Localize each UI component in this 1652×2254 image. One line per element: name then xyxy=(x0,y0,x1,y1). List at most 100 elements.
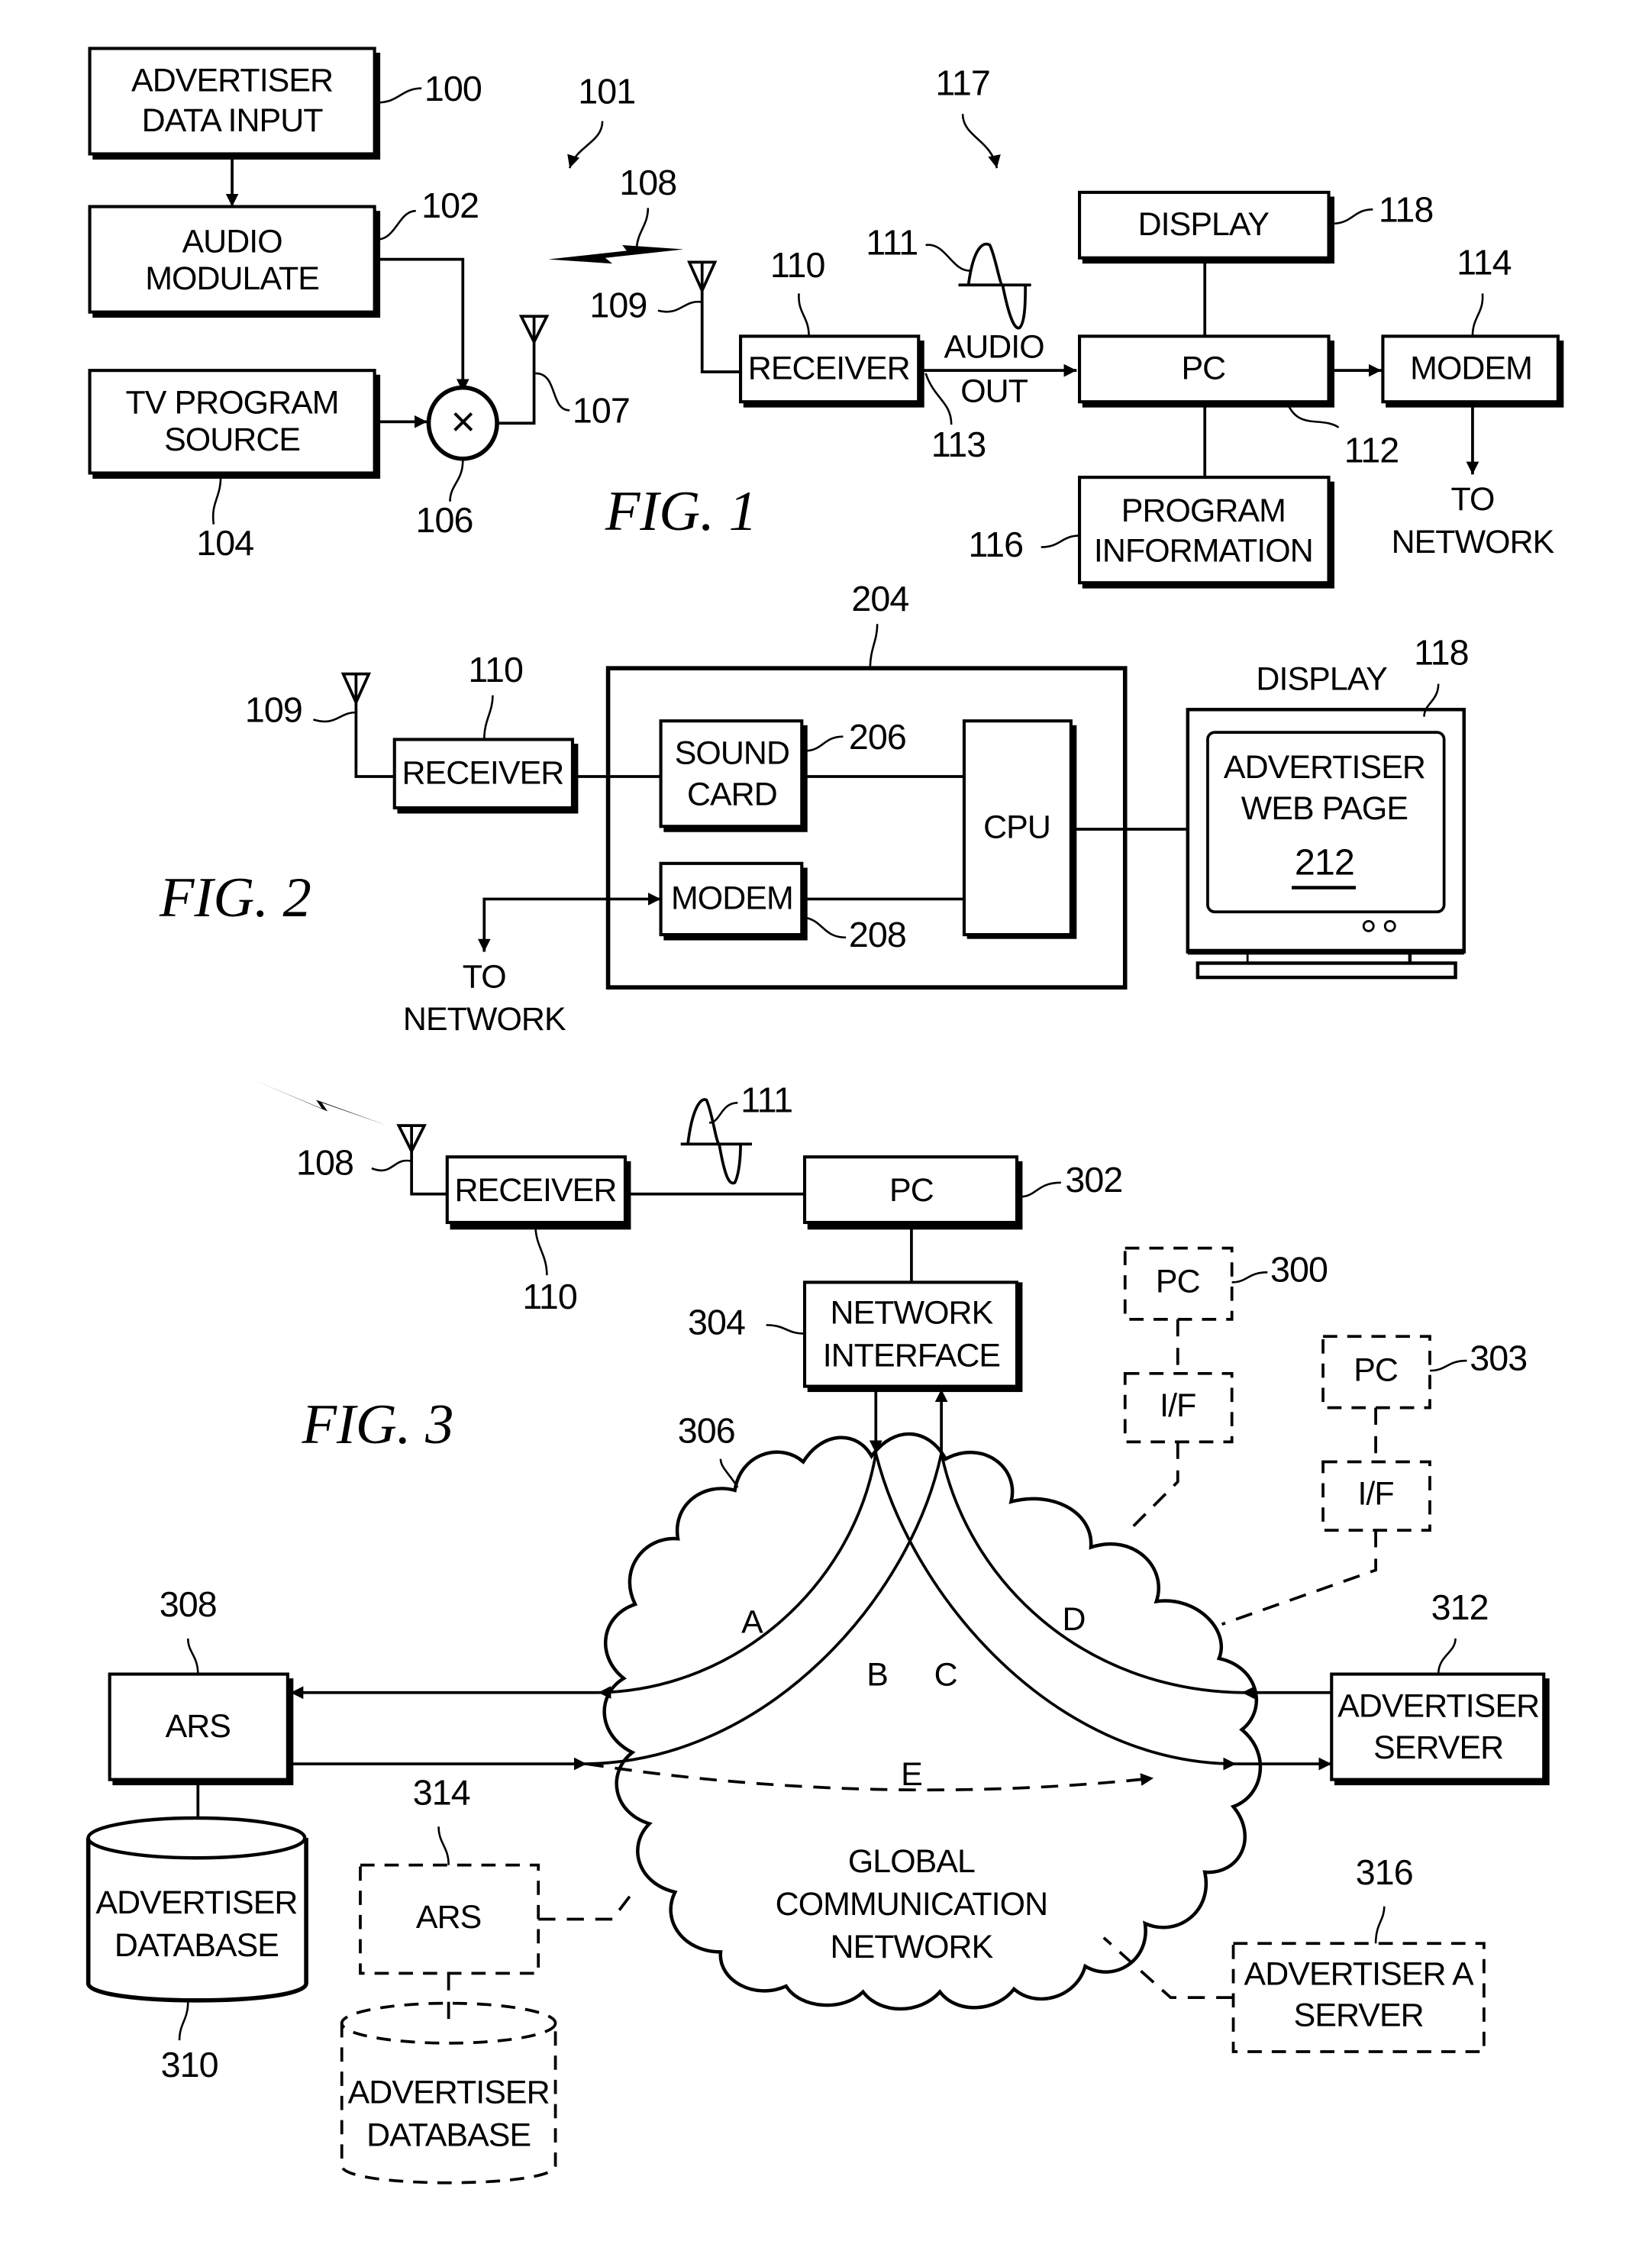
path-label: B xyxy=(866,1657,888,1694)
ref-numeral: 111 xyxy=(740,1080,792,1120)
block-label: ADVERTISER xyxy=(348,2074,550,2110)
antenna-icon xyxy=(396,1124,427,1154)
advertiser-database-alt-cylinder: ADVERTISER DATABASE xyxy=(340,2001,557,2185)
ref-numeral: 109 xyxy=(589,285,647,325)
path-label: D xyxy=(1063,1601,1086,1638)
if-300-block: I/F xyxy=(1123,1371,1234,1444)
antenna-feed xyxy=(354,702,395,778)
path-label: A xyxy=(741,1604,763,1641)
ref-numeral: 116 xyxy=(969,525,1024,564)
ref-numeral: 204 xyxy=(851,579,908,618)
sine-wave-icon xyxy=(958,242,1031,330)
block-label: CPU xyxy=(983,809,1050,845)
ref-numeral: 104 xyxy=(196,523,253,563)
antenna-feed xyxy=(497,339,536,425)
pc-300-block: PC xyxy=(1123,1246,1234,1321)
figure-caption: FIG. 1 xyxy=(605,480,757,543)
block-label: MODEM xyxy=(1410,350,1532,386)
antenna-feed xyxy=(700,290,741,373)
ref-numeral: 110 xyxy=(522,1277,577,1316)
ref-numeral: 108 xyxy=(619,163,676,202)
ref-numeral: 117 xyxy=(935,63,990,102)
block-label: DATA INPUT xyxy=(142,102,324,139)
audio-modulate-block: AUDIO MODULATE xyxy=(88,205,381,318)
advertiser-server-block: ADVERTISER SERVER xyxy=(1330,1672,1550,1786)
block-label: TV PROGRAM xyxy=(126,384,339,421)
block-label: PROGRAM xyxy=(1121,492,1286,529)
ref-numeral: 308 xyxy=(160,1584,217,1624)
ref-numeral: 111 xyxy=(866,222,918,262)
figure-caption: FIG. 2 xyxy=(159,866,311,929)
block-label: RECEIVER xyxy=(455,1172,617,1209)
display-block: DISPLAY xyxy=(1078,190,1334,264)
figure-caption: FIG. 3 xyxy=(301,1393,453,1456)
ref-numeral: 310 xyxy=(161,2045,218,2084)
display-monitor: ADVERTISER WEB PAGE 212 xyxy=(1186,708,1466,980)
block-label: AUDIO xyxy=(182,223,282,260)
block-label: ARS xyxy=(166,1708,231,1745)
ref-numeral: 101 xyxy=(578,71,635,111)
block-label: INTERFACE xyxy=(823,1338,1000,1374)
block-label: PC xyxy=(1354,1351,1398,1388)
to-network-label: NETWORK xyxy=(1392,524,1555,560)
network-interface-block: NETWORK INTERFACE xyxy=(802,1280,1023,1393)
if-303-block: I/F xyxy=(1321,1460,1431,1532)
ref-numeral: 100 xyxy=(424,69,482,108)
ref-numeral: 306 xyxy=(678,1411,735,1451)
mixer-circle: × xyxy=(426,385,499,461)
block-label: I/F xyxy=(1357,1476,1393,1513)
ref-numeral: 110 xyxy=(770,245,825,285)
block-label: RECEIVER xyxy=(402,754,563,791)
audio-out-label: AUDIO xyxy=(944,328,1044,365)
block-label: PC xyxy=(1181,350,1225,386)
pc-block: PC xyxy=(1078,334,1334,408)
block-label: DISPLAY xyxy=(1138,206,1270,243)
ref-numeral: 112 xyxy=(1344,431,1399,470)
block-label: SOUND xyxy=(675,735,789,771)
block-label: ARS xyxy=(416,1899,481,1936)
ref-numeral: 314 xyxy=(413,1772,470,1812)
multiply-icon: × xyxy=(450,397,475,445)
block-label: SERVER xyxy=(1294,1997,1424,2034)
ref-numeral: 109 xyxy=(245,689,302,729)
screen-ref: 212 xyxy=(1295,841,1354,883)
receiver-block: RECEIVER xyxy=(739,334,924,408)
ref-numeral: 316 xyxy=(1356,1852,1413,1892)
cloud-label: GLOBAL xyxy=(848,1843,975,1880)
ref-numeral: 208 xyxy=(849,915,906,954)
ref-numeral: 118 xyxy=(1379,189,1434,229)
modem-block: MODEM xyxy=(1381,334,1564,408)
block-label: NETWORK xyxy=(831,1295,994,1332)
program-information-block: PROGRAM INFORMATION xyxy=(1078,476,1334,589)
dashed-connection xyxy=(1131,1442,1179,1529)
figure-1: ADVERTISER DATA INPUT 100 AUDIO MODULATE… xyxy=(88,47,1564,589)
ref-numeral: 110 xyxy=(468,650,523,689)
block-label: DATABASE xyxy=(366,2117,531,2153)
ars-alt-block: ARS xyxy=(359,1863,540,1975)
audio-out-label: OUT xyxy=(960,373,1028,409)
ars-block: ARS xyxy=(108,1672,294,1786)
patent-drawing-sheet: ADVERTISER DATA INPUT 100 AUDIO MODULATE… xyxy=(86,47,1564,2185)
block-label: I/F xyxy=(1160,1387,1195,1424)
ref-numeral: 206 xyxy=(849,717,906,757)
cloud-label: COMMUNICATION xyxy=(776,1886,1047,1923)
pc-303-block: PC xyxy=(1321,1335,1431,1410)
sound-card-block: SOUND CARD xyxy=(659,719,808,832)
dashed-connection xyxy=(1221,1530,1377,1626)
block-label: MODEM xyxy=(671,880,793,917)
screen-text: ADVERTISER xyxy=(1224,749,1425,786)
figure-3: 108 RECEIVER 110 111 PC 302 NETWORK INTE… xyxy=(86,1080,1550,2185)
block-label: INFORMATION xyxy=(1094,532,1313,569)
block-label: DATABASE xyxy=(115,1927,279,1964)
block-label: SERVER xyxy=(1373,1729,1503,1766)
wireless-signal-icon xyxy=(253,1080,388,1126)
block-label: ADVERTISER xyxy=(131,63,333,99)
advertiser-database-cylinder: ADVERTISER DATABASE xyxy=(86,1816,308,2003)
block-label: ADVERTISER xyxy=(95,1884,297,1921)
receiver-block: RECEIVER xyxy=(392,738,579,814)
pointer-arrow xyxy=(961,114,1001,169)
ref-numeral: 300 xyxy=(1270,1250,1328,1290)
figure-2: 109 RECEIVER 110 204 SOUND CARD 206 CPU xyxy=(159,579,1470,1038)
ref-numeral: 113 xyxy=(931,425,986,464)
to-network-label: TO xyxy=(1450,481,1494,518)
